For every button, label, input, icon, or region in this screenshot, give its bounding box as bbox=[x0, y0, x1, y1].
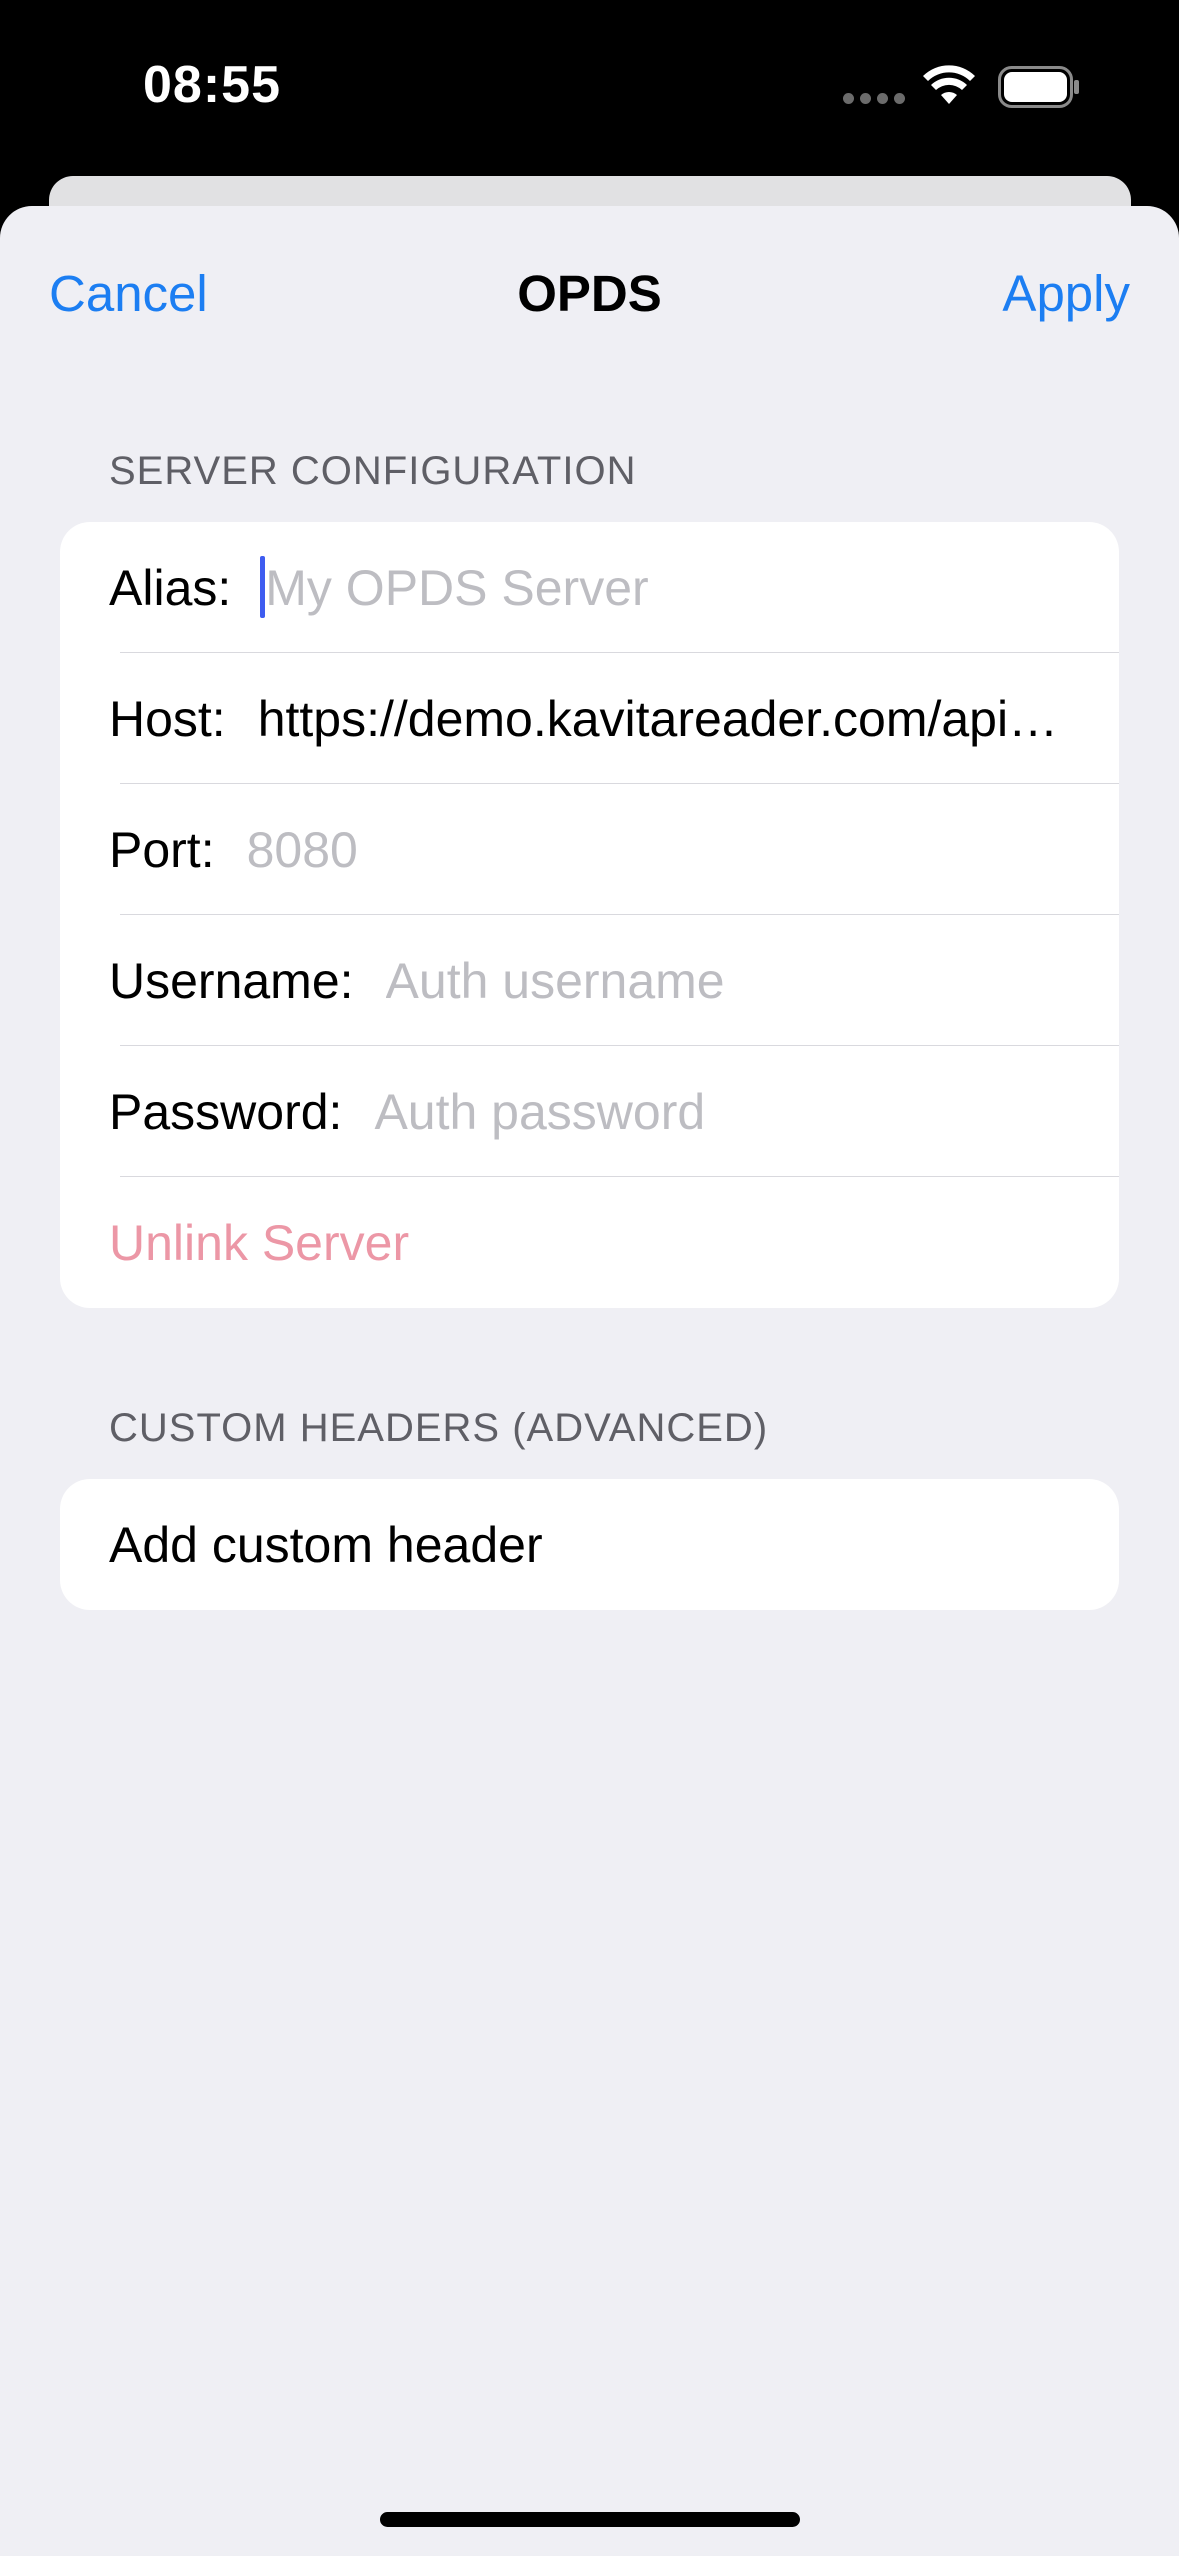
unlink-server-button[interactable]: Unlink Server bbox=[109, 1214, 409, 1272]
server-configuration-group: Alias: Host: https://demo.kavitareader.c… bbox=[60, 522, 1119, 1308]
username-label: Username: bbox=[109, 952, 354, 1009]
host-field[interactable]: https://demo.kavitareader.com/api/o... bbox=[258, 690, 1070, 748]
opds-sheet: Cancel OPDS Apply SERVER CONFIGURATION A… bbox=[0, 206, 1179, 2556]
alias-label: Alias: bbox=[109, 559, 232, 616]
apply-button[interactable]: Apply bbox=[1002, 264, 1130, 323]
port-row: Port: bbox=[60, 784, 1119, 915]
wifi-icon bbox=[923, 65, 975, 104]
host-row: Host: https://demo.kavitareader.com/api/… bbox=[60, 653, 1119, 784]
battery-icon bbox=[998, 66, 1079, 108]
port-field[interactable] bbox=[246, 820, 1070, 879]
port-label: Port: bbox=[109, 821, 215, 878]
add-custom-header-row[interactable]: Add custom header bbox=[60, 1479, 1119, 1610]
username-field[interactable] bbox=[385, 951, 1070, 1010]
username-row: Username: bbox=[60, 915, 1119, 1046]
status-time: 08:55 bbox=[143, 56, 281, 114]
text-cursor bbox=[260, 556, 265, 618]
server-configuration-header: SERVER CONFIGURATION bbox=[109, 449, 637, 493]
alias-field[interactable] bbox=[265, 558, 1070, 617]
alias-row: Alias: bbox=[60, 522, 1119, 653]
host-label: Host: bbox=[109, 690, 226, 747]
password-row: Password: bbox=[60, 1046, 1119, 1177]
custom-headers-group: Add custom header bbox=[60, 1479, 1119, 1610]
cellular-signal-icon bbox=[843, 93, 905, 104]
password-field[interactable] bbox=[374, 1082, 1070, 1141]
password-label: Password: bbox=[109, 1083, 343, 1140]
unlink-row[interactable]: Unlink Server bbox=[60, 1177, 1119, 1308]
home-indicator bbox=[380, 2512, 800, 2527]
status-bar: 08:55 bbox=[0, 0, 1179, 176]
add-custom-header-button[interactable]: Add custom header bbox=[109, 1516, 543, 1574]
custom-headers-header: CUSTOM HEADERS (ADVANCED) bbox=[109, 1406, 769, 1450]
